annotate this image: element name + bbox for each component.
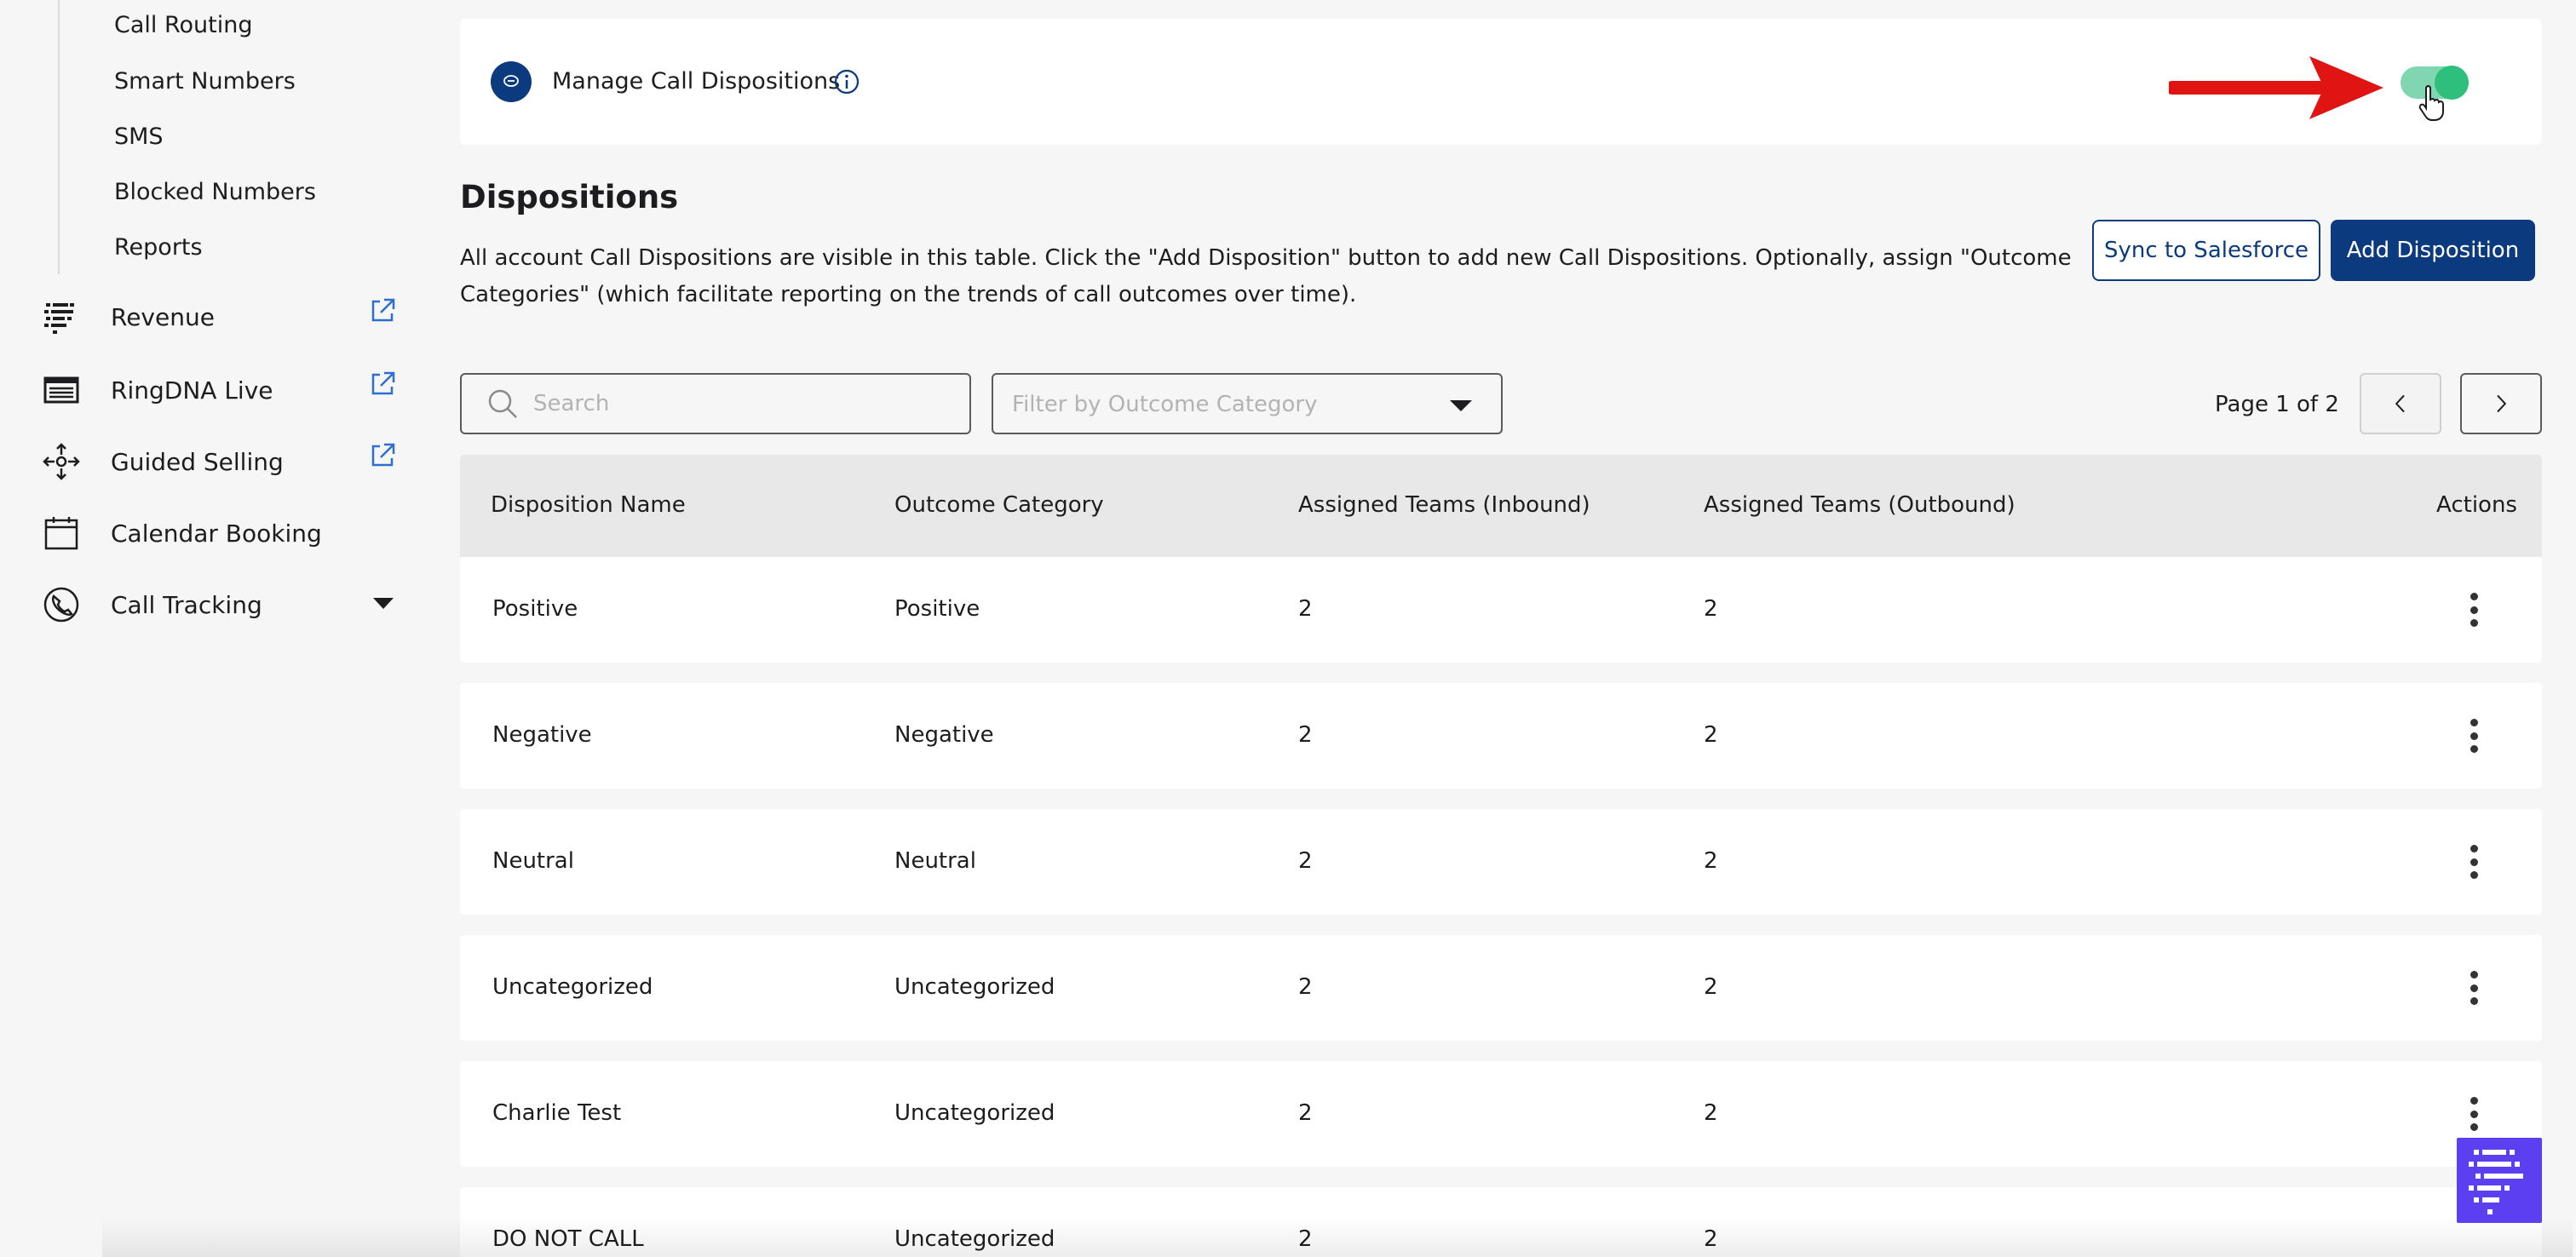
row-actions-icon[interactable] <box>2465 715 2482 756</box>
sidebar-item-label: Calendar Booking <box>111 519 322 548</box>
table-row[interactable]: Charlie Test Uncategorized 2 2 <box>460 1061 2542 1167</box>
next-page-button[interactable] <box>2460 373 2542 434</box>
column-header-actions: Actions <box>2436 492 2517 518</box>
table-row[interactable]: Uncategorized Uncategorized 2 2 <box>460 935 2542 1041</box>
cell-inbound-teams: 2 <box>1298 722 1313 748</box>
cell-outbound-teams: 2 <box>1704 848 1718 874</box>
external-link-icon <box>371 298 395 322</box>
cell-disposition-name: Charlie Test <box>492 1100 622 1126</box>
revenue-icon <box>39 295 83 339</box>
chat-bubble-icon <box>491 61 532 102</box>
sidebar-item-blocked-numbers[interactable]: Blocked Numbers <box>114 179 316 205</box>
column-header-outbound-teams[interactable]: Assigned Teams (Outbound) <box>1704 492 2015 518</box>
cell-outcome-category: Uncategorized <box>894 1100 1055 1126</box>
cell-disposition-name: DO NOT CALL <box>492 1226 644 1252</box>
filter-placeholder: Filter by Outcome Category <box>1012 392 1318 417</box>
guided-selling-icon <box>39 439 83 484</box>
cell-disposition-name: Neutral <box>492 848 574 874</box>
sidebar-item-label: Revenue <box>111 302 215 331</box>
live-icon <box>39 368 83 412</box>
chevron-down-icon[interactable] <box>373 598 394 609</box>
cell-inbound-teams: 2 <box>1298 848 1313 874</box>
sidebar-item-label: Guided Selling <box>111 447 284 476</box>
cell-outcome-category: Negative <box>894 722 994 748</box>
sidebar-item-call-routing[interactable]: Call Routing <box>114 12 253 38</box>
info-icon[interactable] <box>833 68 860 95</box>
search-field[interactable] <box>460 373 971 434</box>
row-actions-icon[interactable] <box>2465 967 2482 1008</box>
sidebar-item-reports[interactable]: Reports <box>114 234 203 261</box>
search-input[interactable] <box>533 391 959 416</box>
column-header-outcome-category[interactable]: Outcome Category <box>894 492 1104 518</box>
hand-cursor-icon <box>2418 85 2444 121</box>
sidebar-item-smart-numbers[interactable]: Smart Numbers <box>114 68 296 95</box>
brand-logo-icon <box>2469 1150 2523 1214</box>
cell-disposition-name: Uncategorized <box>492 974 653 1000</box>
cell-outbound-teams: 2 <box>1704 596 1718 622</box>
cell-inbound-teams: 2 <box>1298 1100 1313 1126</box>
manage-dispositions-title: Manage Call Dispositions <box>552 68 841 95</box>
section-description: All account Call Dispositions are visibl… <box>460 245 2072 307</box>
cell-outbound-teams: 2 <box>1704 974 1718 1000</box>
sidebar-item-label: Call Tracking <box>111 590 262 619</box>
row-actions-icon[interactable] <box>2465 1093 2482 1134</box>
sidebar-item-ringdna-live[interactable]: RingDNA Live <box>39 364 397 416</box>
cell-outbound-teams: 2 <box>1704 1100 1718 1126</box>
cell-disposition-name: Negative <box>492 722 592 748</box>
sidebar: Call Routing Smart Numbers SMS Blocked N… <box>0 0 417 1257</box>
cell-outcome-category: Uncategorized <box>894 974 1055 1000</box>
sidebar-item-guided-selling[interactable]: Guided Selling <box>39 436 397 487</box>
sidebar-item-label: RingDNA Live <box>111 376 273 405</box>
table-header: Disposition Name Outcome Category Assign… <box>460 455 2542 557</box>
calendar-icon <box>39 511 83 555</box>
assistant-launcher-button[interactable] <box>2457 1138 2542 1223</box>
table-row[interactable]: DO NOT CALL Uncategorized 2 2 <box>460 1187 2542 1257</box>
external-link-icon <box>371 443 395 467</box>
cell-outcome-category: Neutral <box>894 848 976 874</box>
previous-page-button[interactable] <box>2360 373 2441 434</box>
search-icon <box>488 389 517 418</box>
table-row[interactable]: Neutral Neutral 2 2 <box>460 809 2542 915</box>
sidebar-item-call-tracking[interactable]: Call Tracking <box>39 579 397 630</box>
row-actions-icon[interactable] <box>2465 589 2482 630</box>
cell-outcome-category: Uncategorized <box>894 1226 1055 1252</box>
main-content: Manage Call Dispositions Dispositions Al… <box>460 0 2542 1257</box>
cell-disposition-name: Positive <box>492 596 578 622</box>
cell-outbound-teams: 2 <box>1704 722 1718 748</box>
call-tracking-icon <box>39 583 83 627</box>
manage-dispositions-card: Manage Call Dispositions <box>460 19 2542 145</box>
outcome-category-filter[interactable]: Filter by Outcome Category <box>992 373 1503 434</box>
cell-inbound-teams: 2 <box>1298 596 1313 622</box>
column-header-inbound-teams[interactable]: Assigned Teams (Inbound) <box>1298 492 1590 518</box>
external-link-icon <box>371 371 395 395</box>
table-row[interactable]: Positive Positive 2 2 <box>460 557 2542 663</box>
sidebar-item-sms[interactable]: SMS <box>114 123 164 150</box>
submenu-rail <box>58 0 60 274</box>
chevron-left-icon <box>2395 394 2405 413</box>
cell-inbound-teams: 2 <box>1298 1226 1313 1252</box>
sync-to-salesforce-button[interactable]: Sync to Salesforce <box>2092 220 2320 281</box>
column-header-disposition-name[interactable]: Disposition Name <box>491 492 686 518</box>
sidebar-item-calendar-booking[interactable]: Calendar Booking <box>39 508 397 559</box>
annotation-arrow <box>2169 56 2383 119</box>
table-row[interactable]: Negative Negative 2 2 <box>460 683 2542 789</box>
pagination-label: Page 1 of 2 <box>2215 392 2339 417</box>
cell-outbound-teams: 2 <box>1704 1226 1718 1252</box>
chevron-down-icon <box>1450 400 1472 411</box>
add-disposition-button[interactable]: Add Disposition <box>2331 220 2535 281</box>
cell-inbound-teams: 2 <box>1298 974 1313 1000</box>
row-actions-icon[interactable] <box>2465 841 2482 882</box>
section-title: Dispositions <box>460 179 679 215</box>
sidebar-item-revenue[interactable]: Revenue <box>39 291 397 342</box>
cell-outcome-category: Positive <box>894 596 980 622</box>
chevron-right-icon <box>2497 394 2507 413</box>
